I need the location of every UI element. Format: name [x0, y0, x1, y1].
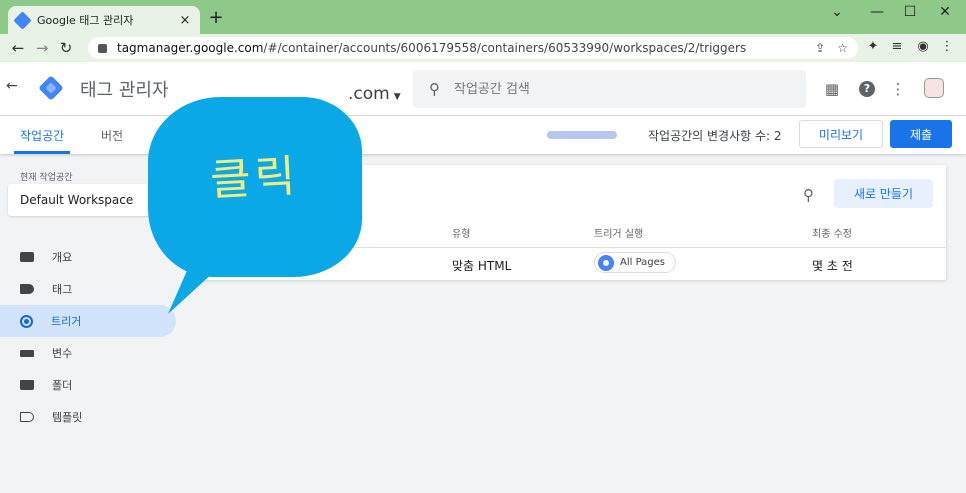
product-name: 태그 관리자: [80, 80, 169, 101]
back-arrow-icon[interactable]: ←: [6, 78, 18, 94]
sidebar-item-variables[interactable]: 변수: [0, 337, 176, 369]
eye-icon: [598, 254, 614, 271]
gtm-favicon-icon: [13, 10, 32, 30]
template-icon: [20, 412, 34, 422]
tab-workspace[interactable]: 작업공간: [20, 127, 64, 144]
submit-button[interactable]: 제출: [890, 120, 952, 148]
sidebar-item-label: 폴더: [52, 379, 73, 392]
column-header-firing[interactable]: 트리거 실행: [594, 225, 643, 240]
variable-icon: [20, 349, 34, 357]
workspace-subnav: 작업공간 버전 작업공간의 변경사항 수: 2 미리보기 제출: [0, 116, 966, 154]
back-icon[interactable]: ←: [6, 39, 30, 57]
redacted-container-id: [547, 131, 617, 139]
overview-icon: [20, 252, 34, 262]
column-header-last-edited[interactable]: 최종 수정: [812, 225, 852, 240]
tab-close-icon[interactable]: ×: [178, 13, 192, 28]
forward-icon[interactable]: →: [30, 39, 54, 57]
chevron-down-icon: ▼: [393, 92, 401, 102]
trigger-icon: [20, 314, 33, 328]
avatar[interactable]: [924, 78, 944, 98]
folder-icon: [20, 380, 34, 390]
current-workspace-label: 현재 작업공간: [20, 173, 73, 183]
browser-toolbar: ← → ↻ tagmanager.google.com/#/container/…: [0, 34, 966, 62]
tag-icon: [20, 284, 34, 294]
new-trigger-button[interactable]: 새로 만들기: [834, 179, 933, 208]
search-icon: ⚲: [429, 80, 440, 98]
address-bar[interactable]: tagmanager.google.com/#/container/accoun…: [88, 37, 858, 59]
new-tab-button[interactable]: +: [206, 8, 226, 28]
search-icon[interactable]: ⚲: [803, 186, 814, 204]
browser-tab-bar: Google 태그 관리자 × + ⌄ — ☐ ✕: [0, 0, 966, 34]
share-icon[interactable]: ⇪: [815, 41, 825, 55]
container-name: .com: [348, 84, 390, 104]
maximize-button[interactable]: ☐: [895, 4, 925, 20]
sidebar-item-triggers[interactable]: 트리거: [0, 305, 176, 337]
minimize-button[interactable]: —: [862, 4, 892, 20]
firing-chip-label: All Pages: [620, 257, 665, 268]
apps-grid-icon[interactable]: ▦: [822, 80, 842, 98]
sidebar-item-label: 트리거: [51, 315, 82, 328]
firing-chip[interactable]: All Pages: [594, 252, 676, 273]
workspace-changes-count: 작업공간의 변경사항 수: 2: [648, 129, 782, 143]
lock-icon: [98, 43, 107, 53]
tab-search-icon[interactable]: ⌄: [822, 4, 852, 20]
sidebar-item-tags[interactable]: 태그: [0, 273, 176, 305]
bookmark-star-icon[interactable]: ☆: [837, 41, 848, 55]
browser-menu-icon[interactable]: ⋮: [936, 39, 958, 54]
profile-icon[interactable]: ◉: [912, 39, 934, 54]
sidebar-item-label: 템플릿: [52, 411, 83, 424]
speech-bubble-text: 클릭: [208, 150, 301, 207]
reload-icon[interactable]: ↻: [54, 39, 78, 57]
more-options-icon[interactable]: ⋮: [888, 80, 908, 98]
sidebar-item-label: 태그: [52, 283, 73, 296]
last-edited-cell: 몇 초 전: [812, 259, 853, 273]
gtm-logo-icon: [38, 75, 64, 101]
column-header-type[interactable]: 유형: [452, 225, 470, 240]
tab-versions[interactable]: 버전: [101, 127, 123, 144]
active-tab-indicator: [14, 151, 70, 154]
preview-button[interactable]: 미리보기: [799, 120, 883, 148]
sidebar-item-folders[interactable]: 폴더: [0, 369, 176, 401]
sidebar-item-label: 변수: [52, 347, 73, 360]
sidebar-item-label: 개요: [52, 251, 73, 264]
close-window-button[interactable]: ✕: [930, 4, 960, 20]
trigger-type-cell: 맞춤 HTML: [452, 259, 512, 273]
gtm-header: ← 태그 관리자 .com▼ ⚲ ▦ ? ⋮: [0, 62, 966, 116]
url-text: tagmanager.google.com/#/container/accoun…: [117, 41, 747, 55]
sidebar-item-overview[interactable]: 개요: [0, 241, 176, 273]
search-input[interactable]: [454, 81, 754, 97]
sidebar-item-templates[interactable]: 템플릿: [0, 401, 176, 433]
reading-list-icon[interactable]: ≡: [886, 39, 908, 54]
tab-title: Google 태그 관리자: [37, 14, 134, 27]
workspace-search[interactable]: ⚲: [413, 70, 806, 108]
container-selector[interactable]: .com ▼: [348, 84, 401, 104]
help-icon[interactable]: ?: [859, 81, 875, 97]
extensions-icon[interactable]: ✦: [862, 39, 884, 54]
browser-tab[interactable]: Google 태그 관리자 ×: [8, 6, 200, 34]
